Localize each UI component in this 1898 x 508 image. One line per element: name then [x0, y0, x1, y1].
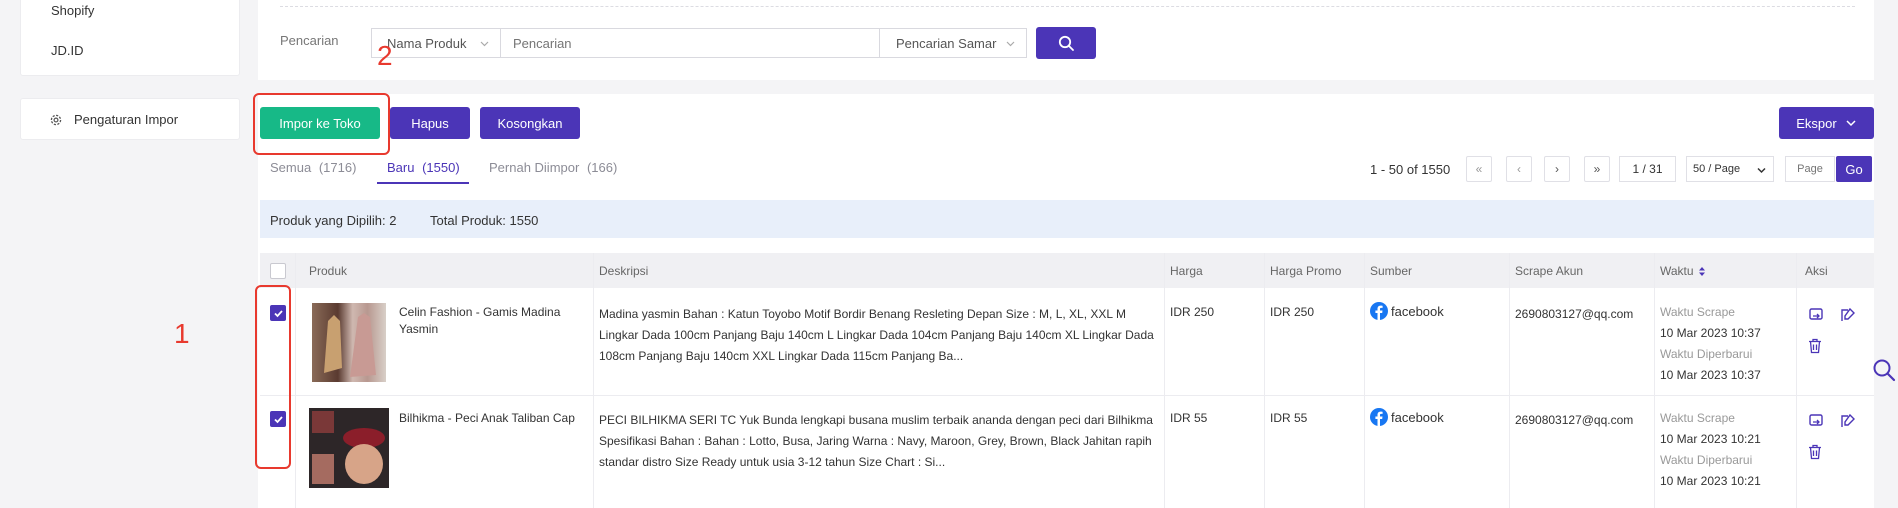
sync-icon[interactable]	[1808, 413, 1824, 432]
delete-button[interactable]: Hapus	[390, 107, 470, 139]
facebook-icon	[1370, 302, 1388, 320]
product-price: IDR 250	[1170, 305, 1215, 319]
divider	[280, 6, 1855, 7]
search-field-select-value: Nama Produk	[387, 35, 467, 51]
search-icon	[1058, 35, 1074, 51]
sort-icon	[1698, 266, 1705, 276]
pagination-range: 1 - 50 of 1550	[1370, 162, 1451, 177]
column-header-time[interactable]: Waktu	[1660, 264, 1706, 278]
export-label: Ekspor	[1796, 115, 1837, 131]
go-button[interactable]: Go	[1836, 156, 1872, 182]
selected-count: Produk yang Dipilih: 2	[270, 213, 397, 228]
tab-imported-label: Pernah Diimpor	[489, 160, 580, 175]
tab-active-underline	[377, 182, 469, 184]
product-thumbnail	[309, 408, 389, 488]
facebook-icon	[1370, 408, 1388, 426]
import-settings-label: Pengaturan Impor	[74, 112, 179, 127]
edit-icon[interactable]	[1840, 307, 1856, 326]
export-button[interactable]: Ekspor	[1779, 107, 1874, 139]
product-price: IDR 55	[1170, 411, 1208, 425]
scrape-time: 10 Mar 2023 10:21	[1660, 432, 1761, 446]
chevron-down-icon	[479, 37, 490, 52]
chevron-down-icon	[1005, 37, 1016, 52]
search-button[interactable]	[1036, 27, 1096, 59]
chevron-down-icon	[1757, 167, 1766, 174]
column-header-time-label: Waktu	[1660, 264, 1694, 278]
update-time-label: Waktu Diperbarui	[1660, 347, 1753, 361]
product-name[interactable]: Celin Fashion - Gamis Madina Yasmin	[399, 304, 587, 338]
table-header	[260, 253, 1874, 288]
annotation-frame-import	[253, 93, 390, 155]
chevron-left-icon: ‹	[1517, 162, 1521, 176]
per-page-select[interactable]: 50 / Page	[1686, 156, 1774, 182]
column-header-action: Aksi	[1805, 264, 1828, 278]
column-header-price: Harga	[1170, 264, 1203, 278]
product-description: PECI BILHIKMA SERI TC Yuk Bunda lengkapi…	[599, 413, 1153, 469]
tab-imported[interactable]: Pernah Diimpor (166)	[489, 160, 617, 175]
annotation-number-2: 2	[377, 40, 393, 71]
scrape-time: 10 Mar 2023 10:37	[1660, 326, 1761, 340]
trash-icon[interactable]	[1808, 444, 1822, 463]
search-label: Pencarian	[280, 33, 339, 48]
search-mode-select[interactable]: Pencarian Samar	[879, 28, 1027, 58]
product-promo-price: IDR 250	[1270, 305, 1315, 319]
product-source-label: facebook	[1391, 303, 1444, 319]
tab-new-count: (1550)	[422, 160, 460, 175]
sidebar-item-jdid[interactable]: JD.ID	[51, 43, 84, 58]
chevron-right-icon: ›	[1555, 162, 1559, 176]
prev-page-button[interactable]: ‹	[1506, 156, 1532, 182]
tab-new-label: Baru	[387, 160, 415, 175]
sidebar-item-shopify[interactable]: Shopify	[51, 3, 94, 18]
tab-new[interactable]: Baru (1550)	[387, 160, 460, 175]
double-chevron-left-icon: «	[1475, 162, 1483, 176]
next-page-button[interactable]: ›	[1544, 156, 1570, 182]
search-mode-select-value: Pencarian Samar	[896, 35, 997, 51]
per-page-value: 50 / Page	[1693, 163, 1741, 175]
scrape-account: 2690803127@qq.com	[1515, 307, 1634, 321]
floating-search-icon[interactable]	[1872, 358, 1896, 385]
column-header-description: Deskripsi	[599, 264, 649, 278]
column-header-promo-price: Harga Promo	[1270, 264, 1342, 278]
annotation-frame-checkboxes	[255, 285, 291, 469]
product-thumbnail	[312, 303, 386, 382]
product-promo-price: IDR 55	[1270, 411, 1308, 425]
edit-icon[interactable]	[1840, 413, 1856, 432]
first-page-button[interactable]: «	[1466, 156, 1492, 182]
sync-icon[interactable]	[1808, 307, 1824, 326]
product-source-label: facebook	[1391, 409, 1444, 425]
product-name[interactable]: Bilhikma - Peci Anak Taliban Cap	[399, 410, 587, 427]
page-jump-input[interactable]	[1785, 156, 1835, 182]
scrape-account: 2690803127@qq.com	[1515, 413, 1634, 427]
column-header-product: Produk	[309, 264, 348, 278]
chevron-down-icon	[1846, 120, 1856, 127]
tab-all[interactable]: Semua (1716)	[270, 160, 356, 175]
update-time: 10 Mar 2023 10:21	[1660, 474, 1761, 488]
product-source: facebook	[1370, 302, 1444, 320]
clear-button[interactable]: Kosongkan	[480, 107, 580, 139]
tab-all-count: (1716)	[318, 160, 357, 175]
product-source: facebook	[1370, 408, 1444, 426]
tab-imported-count: (166)	[586, 160, 618, 175]
annotation-number-1: 1	[174, 318, 190, 349]
trash-icon[interactable]	[1808, 338, 1822, 357]
page-indicator: 1 / 31	[1619, 156, 1676, 182]
scrape-time-label: Waktu Scrape	[1660, 305, 1735, 319]
last-page-button[interactable]: »	[1584, 156, 1610, 182]
update-time-label: Waktu Diperbarui	[1660, 453, 1753, 467]
double-chevron-right-icon: »	[1593, 162, 1601, 176]
product-description: Madina yasmin Bahan : Katun Toyobo Motif…	[599, 307, 1154, 363]
update-time: 10 Mar 2023 10:37	[1660, 368, 1761, 382]
total-count: Total Produk: 1550	[430, 213, 539, 228]
tab-all-label: Semua	[270, 160, 312, 175]
search-input[interactable]	[500, 28, 880, 58]
scrape-time-label: Waktu Scrape	[1660, 411, 1735, 425]
column-header-account: Scrape Akun	[1515, 264, 1584, 278]
column-header-source: Sumber	[1370, 264, 1413, 278]
select-all-checkbox[interactable]	[270, 263, 286, 279]
gear-icon	[49, 113, 63, 127]
